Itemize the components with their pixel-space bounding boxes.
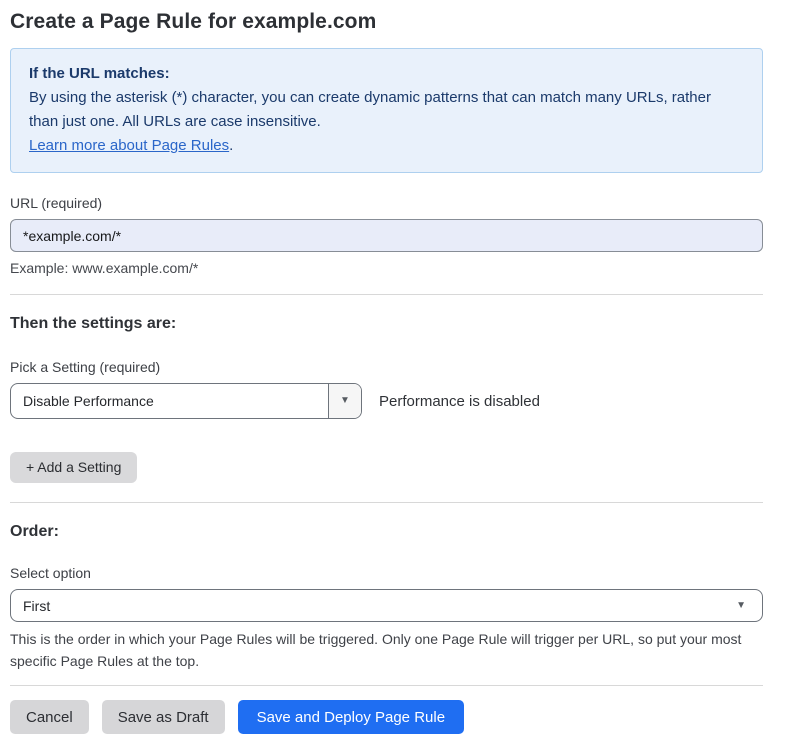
order-select-label: Select option [10,565,763,581]
order-section-heading: Order: [10,523,763,541]
setting-select[interactable]: Disable Performance ▼ [10,383,362,419]
info-box-body: By using the asterisk (*) character, you… [29,86,744,134]
link-period: . [229,137,233,154]
info-box-heading: If the URL matches: [29,62,744,86]
footer-divider [10,685,763,686]
setting-select-value: Disable Performance [11,384,328,418]
chevron-down-icon: ▼ [340,396,350,406]
footer-actions: Cancel Save as Draft Save and Deploy Pag… [10,700,763,734]
cancel-button[interactable]: Cancel [10,700,89,734]
save-as-draft-button[interactable]: Save as Draft [102,700,225,734]
section-divider [10,502,763,503]
setting-select-arrow-button[interactable]: ▼ [328,384,361,418]
pick-setting-label: Pick a Setting (required) [10,359,763,375]
settings-section-heading: Then the settings are: [10,315,763,333]
url-label: URL (required) [10,195,763,211]
create-page-rule-panel: Create a Page Rule for example.com If th… [10,10,763,734]
setting-status-text: Performance is disabled [379,393,540,410]
url-match-info-box: If the URL matches: By using the asteris… [10,48,763,173]
order-help-text: This is the order in which your Page Rul… [10,628,763,672]
save-and-deploy-button[interactable]: Save and Deploy Page Rule [238,700,464,734]
add-setting-button[interactable]: + Add a Setting [10,452,137,483]
section-divider [10,294,763,295]
order-select[interactable]: First ▼ [10,589,763,622]
order-select-value: First [23,598,50,614]
url-input[interactable] [10,219,763,252]
setting-picker-row: Disable Performance ▼ Performance is dis… [10,383,763,419]
info-box-link-line: Learn more about Page Rules. [29,134,744,158]
url-example-text: Example: www.example.com/* [10,260,763,276]
learn-more-link[interactable]: Learn more about Page Rules [29,137,229,154]
chevron-down-icon: ▼ [736,601,746,611]
page-title: Create a Page Rule for example.com [10,10,763,34]
